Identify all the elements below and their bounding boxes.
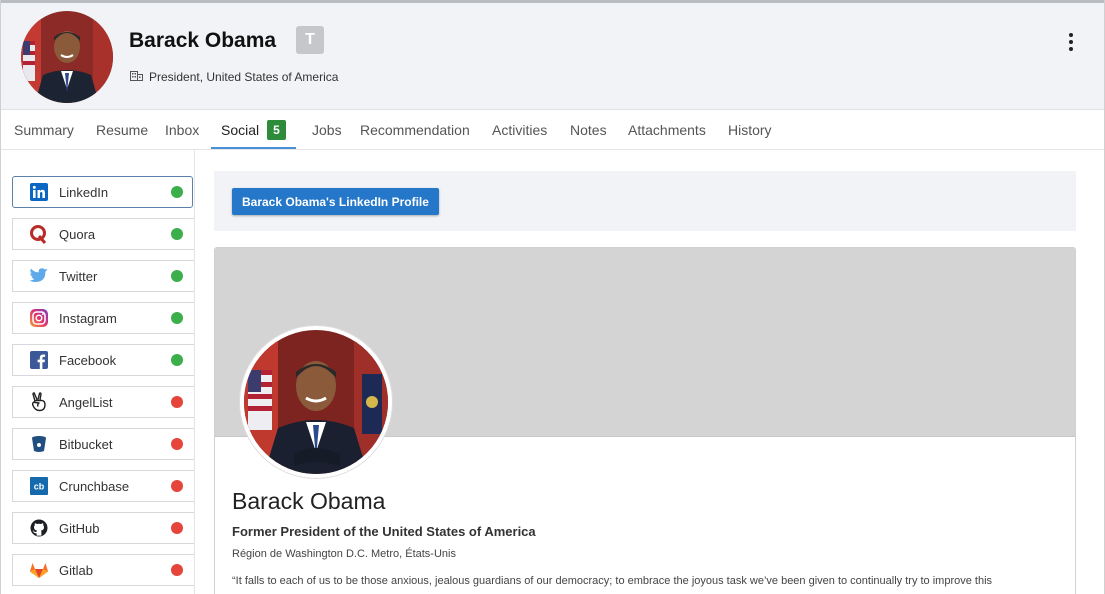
status-dot xyxy=(171,186,183,198)
tab-notes[interactable]: Notes xyxy=(570,111,607,149)
candidate-header: Barack Obama T President, United States … xyxy=(1,0,1104,110)
network-label: Bitbucket xyxy=(59,436,113,452)
tab-social-label: Social xyxy=(221,122,260,138)
network-label: Quora xyxy=(59,226,96,242)
social-network-list: LinkedIn Quora Twitter Instagram Faceboo… xyxy=(1,150,195,594)
gitlab-icon xyxy=(29,560,49,580)
twitter-icon xyxy=(29,266,49,286)
network-item-bitbucket[interactable]: Bitbucket xyxy=(12,428,194,460)
facebook-icon xyxy=(29,350,49,370)
tab-social[interactable]: Social 5 xyxy=(211,111,296,149)
linkedin-icon xyxy=(29,182,49,202)
network-label: Gitlab xyxy=(59,562,93,578)
linkedin-profile-button[interactable]: Barack Obama's LinkedIn Profile xyxy=(232,188,439,215)
profile-photo xyxy=(240,326,392,478)
network-label: Twitter xyxy=(59,268,98,284)
tab-activities[interactable]: Activities xyxy=(492,111,547,149)
tab-resume[interactable]: Resume xyxy=(96,111,148,149)
bitbucket-icon xyxy=(29,434,49,454)
avatar xyxy=(21,11,113,103)
status-dot xyxy=(171,396,183,408)
candidate-title-text: President, United States of America xyxy=(149,69,339,84)
network-item-crunchbase[interactable]: cb Crunchbase xyxy=(12,470,194,502)
network-item-facebook[interactable]: Facebook xyxy=(12,344,194,376)
tab-inbox[interactable]: Inbox xyxy=(165,111,199,149)
profile-toolbar: Barack Obama's LinkedIn Profile xyxy=(214,171,1076,231)
instagram-icon xyxy=(29,308,49,328)
profile-headline: Former President of the United States of… xyxy=(232,524,536,539)
status-dot xyxy=(171,480,183,492)
tab-summary[interactable]: Summary xyxy=(14,111,74,149)
tab-social-count: 5 xyxy=(267,120,286,141)
svg-text:cb: cb xyxy=(34,482,45,492)
network-label: AngelList xyxy=(59,394,113,410)
status-dot xyxy=(171,522,183,534)
tab-jobs[interactable]: Jobs xyxy=(312,111,342,149)
more-options-icon[interactable] xyxy=(1063,31,1079,53)
network-item-linkedin[interactable]: LinkedIn xyxy=(12,176,193,208)
profile-name: Barack Obama xyxy=(232,488,386,514)
tag-badge[interactable]: T xyxy=(296,26,324,54)
tab-bar: Summary Resume Inbox Social 5 Jobs Recomm… xyxy=(1,111,1104,150)
social-profile-panel: Barack Obama's LinkedIn Profile Barack O… xyxy=(196,150,1104,594)
network-item-gitlab[interactable]: Gitlab xyxy=(12,554,194,586)
network-label: GitHub xyxy=(59,520,100,536)
status-dot xyxy=(171,312,183,324)
angellist-icon xyxy=(29,392,49,412)
github-icon xyxy=(29,518,49,538)
network-item-angellist[interactable]: AngelList xyxy=(12,386,194,418)
network-item-github[interactable]: GitHub xyxy=(12,512,194,544)
network-item-instagram[interactable]: Instagram xyxy=(12,302,194,334)
network-label: Instagram xyxy=(59,310,117,326)
crunchbase-icon: cb xyxy=(29,476,49,496)
network-label: Facebook xyxy=(59,352,117,368)
network-label: LinkedIn xyxy=(59,184,109,200)
tab-recommendation[interactable]: Recommendation xyxy=(360,111,470,149)
quora-icon xyxy=(29,224,49,244)
linkedin-profile-card: Barack Obama Former President of the Uni… xyxy=(214,247,1076,594)
status-dot xyxy=(171,438,183,450)
status-dot xyxy=(171,354,183,366)
profile-summary: “It falls to each of us to be those anxi… xyxy=(232,575,993,587)
tab-attachments[interactable]: Attachments xyxy=(628,111,706,149)
building-icon xyxy=(130,69,143,84)
profile-location: Région de Washington D.C. Metro, États-U… xyxy=(232,548,456,560)
candidate-title: President, United States of America xyxy=(130,69,338,84)
tab-history[interactable]: History xyxy=(728,111,772,149)
app-window: Barack Obama T President, United States … xyxy=(0,0,1105,594)
status-dot xyxy=(171,228,183,240)
network-item-twitter[interactable]: Twitter xyxy=(12,260,194,292)
candidate-name: Barack Obama xyxy=(129,29,277,52)
network-label: Crunchbase xyxy=(59,478,130,494)
status-dot xyxy=(171,270,183,282)
status-dot xyxy=(171,564,183,576)
network-item-quora[interactable]: Quora xyxy=(12,218,194,250)
